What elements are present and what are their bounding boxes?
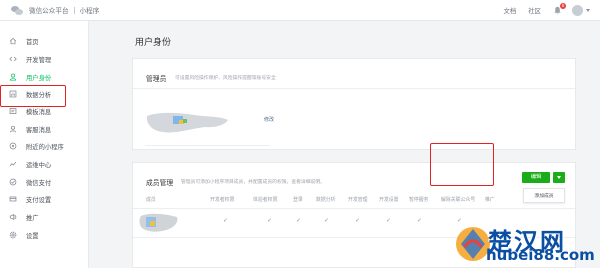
check-icon: ✓ <box>267 218 273 224</box>
home-icon <box>9 37 17 45</box>
brand-divider <box>73 7 75 14</box>
sidebar-item-label: 设置 <box>26 232 39 240</box>
code-icon <box>9 56 17 62</box>
community-link[interactable]: 社区 <box>528 6 541 15</box>
check-icon: ✓ <box>223 218 229 224</box>
wechat-pay-icon <box>9 178 17 186</box>
settings-icon <box>9 231 17 239</box>
sidebar-item-label: 附近的小程序 <box>26 143 64 151</box>
sidebar-item-dev-management[interactable]: 开发管理 <box>9 53 51 65</box>
sidebar-item-label: 客服消息 <box>26 126 52 134</box>
sidebar-item-wechat-pay[interactable]: 微信支付 <box>9 176 51 188</box>
check-icon: ✓ <box>324 218 330 224</box>
check-icon: ✓ <box>417 218 423 224</box>
sidebar-item-home[interactable]: 首页 <box>9 35 39 47</box>
column-header: 开发者权限 <box>210 198 235 203</box>
top-bar: 微信公众平台 小程序 文档 社区 6 <box>0 0 600 21</box>
template-icon <box>9 108 17 114</box>
sidebar-item-label: 首页 <box>26 38 39 46</box>
sidebar-item-label: 运维中心 <box>26 161 52 169</box>
page-title: 用户身份 <box>135 37 172 47</box>
chevron-down-icon <box>557 176 561 179</box>
sidebar-item-settings[interactable]: 设置 <box>9 229 39 241</box>
divider <box>145 145 270 146</box>
sidebar-item-label: 支付设置 <box>26 196 52 204</box>
sidebar-item-label: 用户身份 <box>26 74 52 82</box>
column-header: 体验者权限 <box>253 198 278 203</box>
sidebar-item-label: 微信支付 <box>26 179 52 187</box>
members-section-desc: 管理员可添加小程序项目成员，并配置成员的权限，查看详细说明。 <box>181 180 325 185</box>
sidebar-item-payment-settings[interactable]: 支付设置 <box>9 193 51 205</box>
sidebar-item-customer-service[interactable]: 客服消息 <box>9 123 51 135</box>
edit-button[interactable]: 编辑 <box>522 172 550 183</box>
sidebar-item-promote[interactable]: 推广 <box>9 211 39 223</box>
column-header: 数据分析 <box>316 198 336 203</box>
check-icon: ✓ <box>386 218 392 224</box>
watermark-url: hubei88.com <box>486 246 595 264</box>
members-table-header: 成员 开发者权限 体验者权限 登录 数据分析 开发管理 开发设置 暂停服务 解除… <box>133 196 577 208</box>
top-right-menu: 文档 社区 6 <box>503 0 590 21</box>
ops-icon <box>9 161 17 167</box>
check-icon: ✓ <box>296 218 302 224</box>
column-header: 开发设置 <box>379 198 399 203</box>
account-avatar[interactable] <box>572 5 583 16</box>
active-item-highlight-box <box>0 85 66 107</box>
wechat-logo-icon[interactable] <box>11 5 23 15</box>
admin-card: 管理员 可设置风险操作保护、风险操作提醒等账号安全 修改 <box>132 58 576 150</box>
docs-link[interactable]: 文档 <box>503 6 516 15</box>
column-header: 解除关联公众号 <box>441 198 476 203</box>
column-header: 开发管理 <box>348 198 368 203</box>
sidebar-item-nearby[interactable]: 附近的小程序 <box>9 140 64 152</box>
notification-badge: 6 <box>560 3 566 9</box>
promote-icon <box>9 214 17 220</box>
more-dropdown-button[interactable] <box>553 172 565 183</box>
check-icon: ✓ <box>355 218 361 224</box>
sidebar-item-label: 模板消息 <box>26 108 52 116</box>
user-icon <box>9 73 17 81</box>
admin-section-title: 管理员 <box>146 76 167 83</box>
member-avatar-obscured <box>139 213 178 232</box>
brand-name[interactable]: 微信公众平台 <box>29 8 69 15</box>
column-header: 推广 <box>485 198 495 203</box>
divider <box>133 208 575 209</box>
notification-bell-icon[interactable]: 6 <box>553 3 566 15</box>
sidebar-item-ops-center[interactable]: 运维中心 <box>9 158 51 170</box>
account-caret-icon[interactable] <box>586 9 590 12</box>
sidebar-item-label: 开发管理 <box>26 56 52 64</box>
brand-product: 小程序 <box>79 8 100 15</box>
sidebar-item-label: 推广 <box>26 214 39 222</box>
location-icon <box>9 142 17 150</box>
customer-service-icon <box>10 125 16 133</box>
column-header: 登录 <box>293 198 303 203</box>
brand: 微信公众平台 小程序 <box>29 5 99 15</box>
admin-section-desc: 可设置风险操作保护、风险操作提醒等账号安全 <box>175 76 276 81</box>
column-header: 成员 <box>146 198 156 203</box>
sidebar: 首页 开发管理 用户身份 数据分析 模板消息 客服消息 附近的小程序 运维中心 … <box>0 21 89 268</box>
edit-button-highlight-box <box>430 143 494 186</box>
admin-avatar-obscured <box>146 112 228 133</box>
admin-modify-link[interactable]: 修改 <box>264 116 274 123</box>
divider <box>133 88 575 89</box>
payment-settings-icon <box>9 196 17 202</box>
column-header: 暂停服务 <box>409 198 429 203</box>
members-section-title: 成员管理 <box>146 180 174 187</box>
sidebar-item-user-identity[interactable]: 用户身份 <box>9 71 51 83</box>
